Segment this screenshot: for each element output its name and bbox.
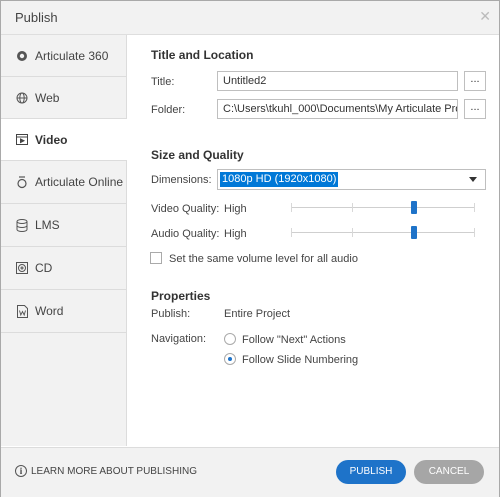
audio-quality-label: Audio Quality: bbox=[151, 228, 220, 240]
slider-tick bbox=[291, 228, 292, 237]
info-icon: i bbox=[15, 465, 27, 477]
globe-icon bbox=[15, 91, 29, 105]
slider-tick bbox=[474, 228, 476, 237]
slider-track bbox=[291, 207, 475, 208]
sidebar-item-label: Web bbox=[35, 90, 60, 105]
slider-tick bbox=[291, 203, 292, 212]
audio-quality-slider[interactable] bbox=[291, 226, 476, 240]
sidebar-item-label: LMS bbox=[35, 218, 60, 232]
sidebar-item-label: CD bbox=[35, 261, 53, 275]
articulate-360-icon bbox=[15, 49, 29, 63]
section-heading-size-quality: Size and Quality bbox=[151, 148, 244, 162]
title-browse-button[interactable]: ... bbox=[464, 71, 486, 91]
publish-settings-panel: Title and Location Title: Untitled2 ... … bbox=[127, 35, 499, 446]
publish-scope-label: Publish: bbox=[151, 308, 191, 320]
word-document-icon bbox=[15, 304, 29, 318]
slider-tick bbox=[352, 203, 354, 212]
navigation-label: Navigation: bbox=[151, 333, 207, 345]
dimensions-label: Dimensions: bbox=[151, 174, 212, 186]
cancel-button[interactable]: CANCEL bbox=[414, 460, 484, 484]
sidebar-item-articulate-online[interactable]: Articulate Online bbox=[1, 161, 126, 204]
audio-quality-value: High bbox=[224, 228, 247, 240]
sidebar: Articulate 360 Web Video Articulate Onli… bbox=[1, 35, 127, 446]
radio-follow-slide-numbering-label: Follow Slide Numbering bbox=[242, 354, 359, 366]
section-heading-title-location: Title and Location bbox=[151, 48, 254, 62]
video-quality-slider[interactable] bbox=[291, 201, 476, 215]
title-bar: Publish ✕ bbox=[1, 1, 499, 35]
sidebar-item-label: Articulate 360 bbox=[35, 48, 109, 63]
same-volume-checkbox[interactable] bbox=[150, 252, 162, 264]
video-quality-label: Video Quality: bbox=[151, 203, 220, 215]
sidebar-item-word[interactable]: Word bbox=[1, 290, 126, 333]
same-volume-label: Set the same volume level for all audio bbox=[169, 253, 358, 265]
video-icon bbox=[15, 133, 29, 147]
radio-follow-slide-numbering[interactable] bbox=[224, 353, 236, 365]
sidebar-item-label: Word bbox=[35, 304, 64, 318]
slider-tick bbox=[474, 203, 476, 212]
title-input[interactable]: Untitled2 bbox=[217, 71, 458, 91]
publish-button[interactable]: PUBLISH bbox=[336, 460, 406, 484]
dialog-footer: i LEARN MORE ABOUT PUBLISHING PUBLISH CA… bbox=[1, 447, 499, 497]
slider-thumb[interactable] bbox=[411, 226, 418, 239]
sidebar-item-label: Video bbox=[35, 132, 68, 147]
folder-browse-button[interactable]: ... bbox=[464, 99, 486, 119]
title-label: Title: bbox=[151, 76, 175, 88]
learn-more-label: LEARN MORE ABOUT PUBLISHING bbox=[31, 465, 197, 477]
slider-tick bbox=[352, 228, 354, 237]
sidebar-item-cd[interactable]: CD bbox=[1, 247, 126, 290]
sidebar-item-video[interactable]: Video bbox=[1, 119, 127, 161]
radio-follow-next-actions-label: Follow "Next" Actions bbox=[242, 334, 346, 346]
close-icon[interactable]: ✕ bbox=[479, 8, 491, 25]
articulate-online-icon bbox=[15, 175, 29, 189]
sidebar-item-lms[interactable]: LMS bbox=[1, 204, 126, 247]
sidebar-item-web[interactable]: Web bbox=[1, 77, 126, 119]
video-quality-value: High bbox=[224, 203, 247, 215]
chevron-down-icon bbox=[469, 177, 477, 182]
slider-track bbox=[291, 232, 475, 233]
publish-scope-value: Entire Project bbox=[224, 308, 291, 320]
folder-label: Folder: bbox=[151, 104, 186, 116]
cd-icon bbox=[15, 261, 29, 275]
dialog-title: Publish bbox=[15, 10, 58, 25]
dimensions-selected-value: 1080p HD (1920x1080) bbox=[220, 172, 339, 187]
sidebar-item-articulate-360[interactable]: Articulate 360 bbox=[1, 35, 126, 77]
slider-thumb[interactable] bbox=[411, 201, 418, 214]
radio-follow-next-actions[interactable] bbox=[224, 333, 236, 345]
folder-input[interactable]: C:\Users\tkuhl_000\Documents\My Articula… bbox=[217, 99, 458, 119]
sidebar-item-label: Articulate Online bbox=[35, 175, 124, 189]
publish-dialog: Publish ✕ Articulate 360 Web Video Artic… bbox=[0, 0, 500, 497]
section-heading-properties: Properties bbox=[151, 289, 211, 303]
database-icon bbox=[15, 218, 29, 232]
learn-more-link[interactable]: i LEARN MORE ABOUT PUBLISHING bbox=[15, 465, 197, 477]
dimensions-select[interactable]: 1080p HD (1920x1080) bbox=[217, 169, 486, 190]
